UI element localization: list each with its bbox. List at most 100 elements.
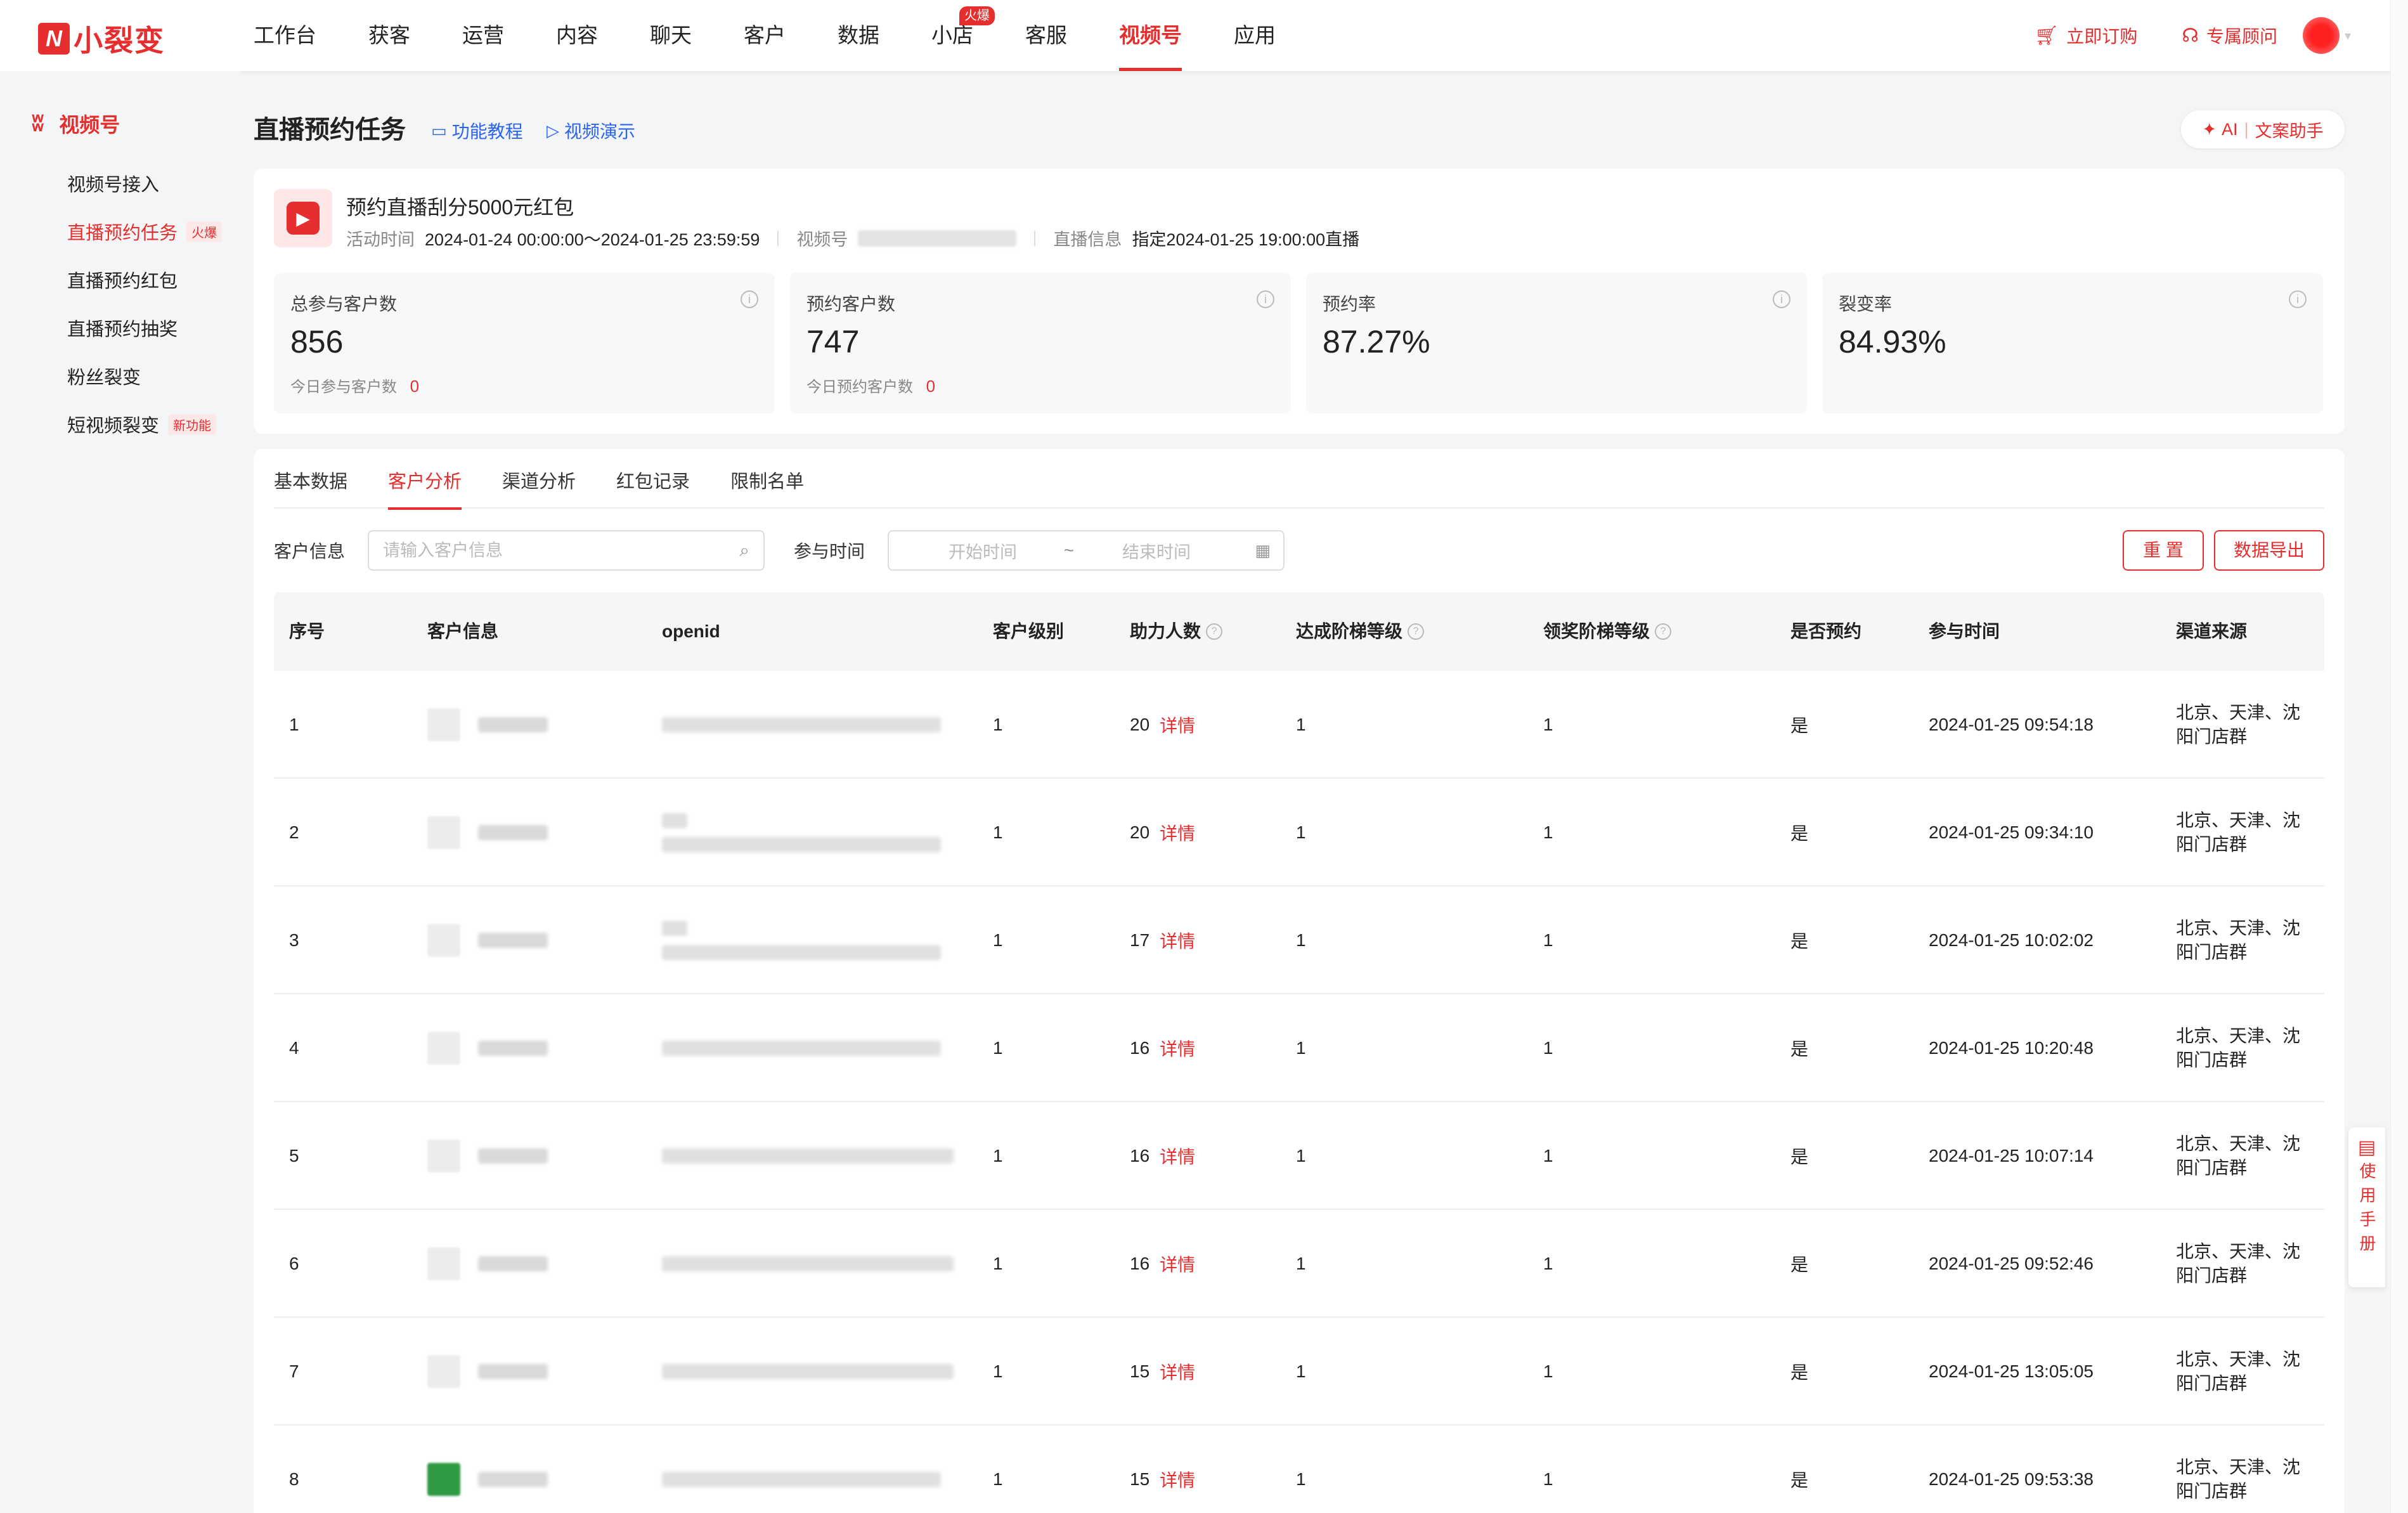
cell-customer[interactable] <box>427 994 548 1102</box>
info-icon[interactable]: i <box>2289 290 2307 308</box>
user-manual-button[interactable]: ▤ 使用手册 <box>2348 1127 2385 1287</box>
nav-item-channels[interactable]: 视频号 <box>1119 0 1182 71</box>
sidebar-item-live-lottery[interactable]: 直播预约抽奖 <box>67 315 178 341</box>
nav-item-customer[interactable]: 客户 <box>744 0 786 71</box>
nav-item-data[interactable]: 数据 <box>838 0 879 71</box>
cell-openid <box>662 1210 954 1318</box>
video-demo-link[interactable]: ▷ 视频演示 <box>547 118 635 143</box>
openid-redacted <box>662 1364 954 1379</box>
analysis-tabs: 基本数据 客户分析 渠道分析 红包记录 限制名单 <box>274 449 2324 510</box>
cell-reserved: 是 <box>1790 1039 1809 1059</box>
nav-item-workbench[interactable]: 工作台 <box>254 0 316 71</box>
play-icon: ▷ <box>547 120 559 140</box>
detail-link[interactable]: 详情 <box>1160 928 1195 953</box>
helpers-count: 16 <box>1130 1038 1150 1058</box>
info-icon[interactable]: i <box>1773 290 1790 308</box>
tutorial-link[interactable]: ▭ 功能教程 <box>431 118 523 143</box>
cell-customer[interactable] <box>427 886 548 994</box>
tab-restricted-list[interactable]: 限制名单 <box>730 449 804 509</box>
cell-reserved: 是 <box>1790 1363 1809 1382</box>
stat-value: 747 <box>806 324 860 360</box>
cell-reach-tier: 1 <box>1296 715 1306 734</box>
nav-item-chat[interactable]: 聊天 <box>650 0 692 71</box>
info-icon[interactable]: ? <box>1408 623 1425 640</box>
detail-link[interactable]: 详情 <box>1160 712 1195 737</box>
helpers-count: 16 <box>1130 1146 1150 1166</box>
cell-index: 3 <box>289 930 299 950</box>
nav-item-shop[interactable]: 小店 火爆 <box>931 0 995 71</box>
start-date-input[interactable]: 开始时间 <box>948 538 1017 563</box>
sidebar-item-live-reservation[interactable]: 直播预约任务 火爆 <box>67 218 223 245</box>
cell-customer[interactable] <box>427 1425 548 1513</box>
end-date-input[interactable]: 结束时间 <box>1122 538 1191 563</box>
cell-join-time: 2024-01-25 09:34:10 <box>1929 822 2094 842</box>
date-range-picker[interactable]: 开始时间 ~ 结束时间 ▦ <box>888 530 1285 571</box>
source-line-1: 北京、天津、沈 <box>2176 1026 2301 1046</box>
cell-index: 1 <box>289 715 299 734</box>
nav-item-operation[interactable]: 运营 <box>462 0 504 71</box>
cell-customer[interactable] <box>427 1210 548 1318</box>
nav-item-service[interactable]: 客服 <box>1025 0 1067 71</box>
advisor-link[interactable]: ☊ 专属顾问 <box>2182 23 2277 48</box>
task-meta: 活动时间 2024-01-24 00:00:00～2024-01-25 23:5… <box>346 226 1359 250</box>
tab-customer-analysis[interactable]: 客户分析 <box>388 449 462 510</box>
column-header-customer: 客户信息 <box>427 621 499 641</box>
detail-link[interactable]: 详情 <box>1160 1251 1195 1276</box>
stat-sub: 今日参与客户数 0 <box>290 374 419 396</box>
sidebar-item-label: 视频号接入 <box>67 175 160 195</box>
cell-level: 1 <box>993 930 1003 950</box>
openid-redacted <box>662 921 941 960</box>
openid-redacted <box>662 1472 941 1487</box>
info-icon[interactable]: i <box>741 290 758 308</box>
sidebar-item-fan-fission[interactable]: 粉丝裂变 <box>67 363 141 389</box>
info-icon[interactable]: i <box>1257 290 1274 308</box>
info-icon[interactable]: ? <box>1206 623 1223 640</box>
activity-time-value: 2024-01-24 00:00:00～2024-01-25 23:59:59 <box>425 230 760 249</box>
source-line-2: 阳门店群 <box>2176 1373 2248 1393</box>
cell-reach-tier: 1 <box>1296 1469 1306 1489</box>
cell-customer[interactable] <box>427 779 548 886</box>
nav-item-content[interactable]: 内容 <box>556 0 598 71</box>
channel-value-redacted <box>858 230 1017 247</box>
cell-level: 1 <box>993 1254 1003 1273</box>
sidebar-item-live-redpacket[interactable]: 直播预约红包 <box>67 266 178 293</box>
calendar-icon[interactable]: ▦ <box>1255 541 1271 561</box>
detail-link[interactable]: 详情 <box>1160 1359 1195 1384</box>
cell-openid <box>662 994 941 1102</box>
cell-customer[interactable] <box>427 1102 548 1210</box>
reset-button[interactable]: 重 置 <box>2123 530 2204 571</box>
info-icon[interactable]: ? <box>1655 623 1672 640</box>
scrollbar[interactable] <box>2390 0 2408 1513</box>
detail-link[interactable]: 详情 <box>1160 820 1195 845</box>
subscribe-link[interactable]: 🛒︎ 立即订购 <box>2035 23 2137 48</box>
tab-basic-data[interactable]: 基本数据 <box>274 449 347 509</box>
cell-customer[interactable] <box>427 1318 548 1425</box>
user-avatar[interactable] <box>2302 17 2340 54</box>
customer-filter-label: 客户信息 <box>274 542 346 561</box>
tab-redpacket-records[interactable]: 红包记录 <box>616 449 690 509</box>
cell-helpers: 16 详情 <box>1130 1102 1195 1210</box>
brand-logo[interactable]: N 小裂变 <box>38 18 165 60</box>
stat-value: 84.93% <box>1839 324 1946 360</box>
detail-link[interactable]: 详情 <box>1160 1143 1195 1169</box>
detail-link[interactable]: 详情 <box>1160 1036 1195 1061</box>
video-demo-label: 视频演示 <box>564 122 636 141</box>
customer-search-input[interactable] <box>383 540 740 561</box>
cell-customer[interactable] <box>427 671 548 779</box>
nav-item-acquire[interactable]: 获客 <box>368 0 410 71</box>
cell-join-time: 2024-01-25 13:05:05 <box>1929 1361 2094 1381</box>
sidebar-item-channel-access[interactable]: 视频号接入 <box>67 170 159 197</box>
stat-sub-value: 0 <box>926 377 936 396</box>
tab-channel-analysis[interactable]: 渠道分析 <box>502 449 576 509</box>
detail-link[interactable]: 详情 <box>1160 1467 1195 1492</box>
live-info-value: 指定2024-01-25 19:00:00直播 <box>1132 230 1360 249</box>
cell-openid <box>662 1102 954 1210</box>
column-header-helpers: 助力人数? <box>1130 592 1223 671</box>
nav-item-apps[interactable]: 应用 <box>1234 0 1276 71</box>
search-icon[interactable]: ⌕ <box>739 540 749 561</box>
ai-assistant-button[interactable]: ✦ AI | 文案助手 <box>2181 110 2345 148</box>
chevron-down-icon[interactable]: ▾ <box>2345 28 2351 44</box>
export-button[interactable]: 数据导出 <box>2214 530 2324 571</box>
source-line-1: 北京、天津、沈 <box>2176 810 2301 830</box>
sidebar-item-short-video[interactable]: 短视频裂变 新功能 <box>67 411 217 438</box>
